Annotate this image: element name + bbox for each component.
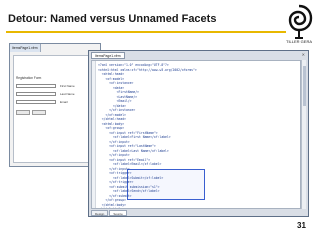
form-canvas[interactable]: Registration Form First Name Last Name E… <box>13 55 97 163</box>
spiral-logo-icon <box>288 4 313 39</box>
close-icon[interactable]: ✕ <box>302 52 305 57</box>
slide-title: Detour: Named versus Unnamed Facets <box>8 13 217 25</box>
last-name-label: Last Name <box>60 91 75 96</box>
xml-editor-window[interactable]: ItemsPage1.xfrm ✕ <?xml version="1.0" en… <box>88 50 309 217</box>
cancel-button[interactable] <box>32 110 46 115</box>
vertical-scrollbar[interactable] <box>301 60 306 209</box>
page-number: 31 <box>297 221 306 230</box>
tab-source[interactable]: Source <box>109 210 127 216</box>
code-editor[interactable]: <?xml version="1.0" encoding="UTF-8"?> <x… <box>91 60 301 209</box>
email-label: Email <box>60 99 68 104</box>
tab-design[interactable]: Design <box>91 210 109 216</box>
submit-button[interactable] <box>16 110 30 115</box>
editor-tab[interactable]: ItemsPage1.xfrm <box>91 52 125 59</box>
editor-bottom-tabs: Design Source <box>91 210 128 216</box>
first-name-input[interactable] <box>16 84 56 88</box>
first-name-label: First Name <box>60 83 75 88</box>
line-gutter <box>92 61 96 208</box>
email-input[interactable] <box>16 100 56 104</box>
last-name-input[interactable] <box>16 92 56 96</box>
code-line: </xhtml:html> <box>98 207 123 209</box>
title-underline <box>6 31 286 33</box>
scroll-thumb[interactable] <box>303 66 306 106</box>
slide: Detour: Named versus Unnamed Facets TILL… <box>0 0 320 240</box>
designer-tab[interactable]: ItemsPage1.xfrm <box>10 44 41 52</box>
form-title: Registration Form <box>16 76 42 80</box>
logo-caption: TILLER GERA <box>286 39 313 44</box>
